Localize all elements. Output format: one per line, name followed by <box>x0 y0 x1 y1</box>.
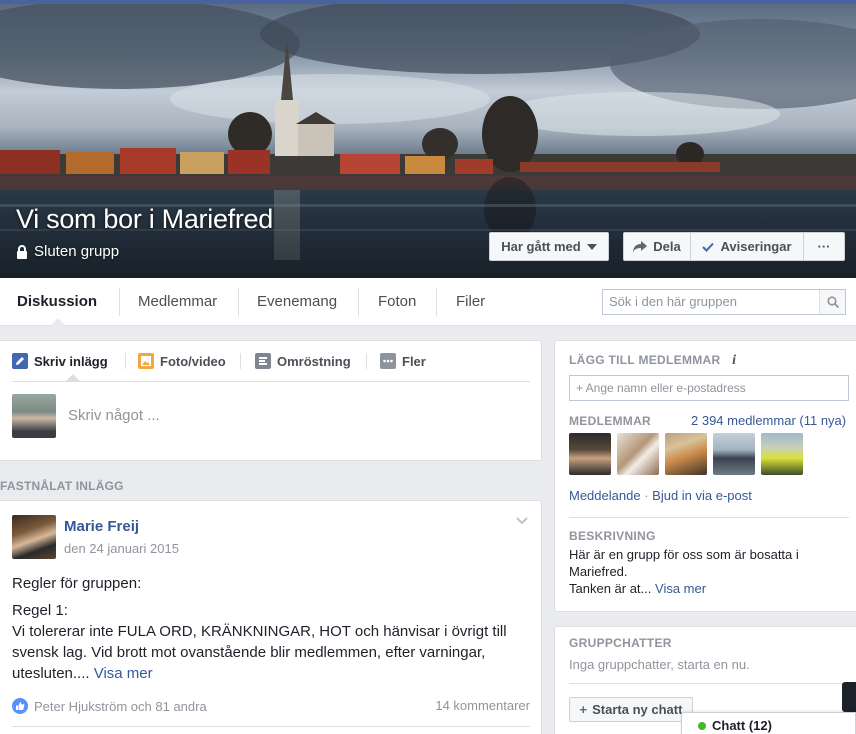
pinned-post: Marie Freij den 24 januari 2015 Regler f… <box>0 500 542 734</box>
post-composer: Skriv inlägg Foto/video Omröstning Fler … <box>0 340 542 461</box>
more-options-button[interactable]: ··· <box>803 232 845 261</box>
info-icon[interactable]: i <box>732 353 736 368</box>
tab-events[interactable]: Evenemang <box>257 278 337 326</box>
caret-down-icon <box>586 243 597 250</box>
add-member-input[interactable]: + Ange namn eller e-postadress <box>569 375 849 401</box>
tab-divider <box>358 288 359 316</box>
tab-photos[interactable]: Foton <box>378 278 416 326</box>
chat-sidebar-toggle[interactable]: Chatt (12) <box>681 712 856 734</box>
description-text: Här är en grupp för oss som är bosatta i… <box>569 547 799 579</box>
group-search-input[interactable]: Sök i den här gruppen <box>602 289 846 315</box>
joined-button[interactable]: Har gått med <box>489 232 609 261</box>
reactions-label: Peter Hjukström och 81 andra <box>34 698 207 714</box>
description-see-more[interactable]: Visa mer <box>655 581 706 596</box>
composer-divider <box>12 381 530 382</box>
plus-icon: + <box>579 702 588 717</box>
composer-tab-divider <box>240 353 241 369</box>
pencil-icon <box>12 353 28 369</box>
composer-tab-label: Omröstning <box>277 353 351 369</box>
description-more-text: Tanken är at... <box>569 581 652 596</box>
poll-icon <box>255 353 271 369</box>
tab-files[interactable]: Filer <box>456 278 485 326</box>
like-icon <box>12 698 28 714</box>
tab-members[interactable]: Medlemmar <box>138 278 217 326</box>
lock-icon <box>17 244 27 259</box>
photo-icon <box>138 353 154 369</box>
invite-email-link[interactable]: Bjud in via e-post <box>652 488 752 503</box>
more-dots-icon <box>380 353 396 369</box>
composer-active-indicator <box>66 374 80 381</box>
active-tab-indicator <box>50 318 66 326</box>
post-author-name[interactable]: Marie Freij <box>64 518 139 535</box>
start-new-chat-label: Starta ny chatt <box>592 702 683 717</box>
group-chats-heading: GRUPPCHATTER <box>569 636 672 650</box>
more-options-icon: ··· <box>817 239 831 254</box>
start-new-chat-button[interactable]: + Starta ny chatt <box>569 697 693 722</box>
notifications-button-label: Aviseringar <box>720 239 792 254</box>
pinned-post-label: FASTNÅLAT INLÄGG <box>0 479 124 493</box>
current-user-avatar[interactable] <box>12 394 56 438</box>
composer-tab-label: Fler <box>402 353 426 369</box>
post-paragraph: Vi tolererar inte FULA ORD, KRÄNKNINGAR,… <box>12 623 507 682</box>
add-members-heading-label: LÄGG TILL MEDLEMMAR <box>569 353 721 367</box>
post-timestamp[interactable]: den 24 januari 2015 <box>64 541 179 556</box>
chevron-down-icon[interactable] <box>516 517 528 525</box>
group-privacy: Sluten grupp <box>16 243 119 260</box>
side-panel-tab[interactable] <box>842 682 856 712</box>
tab-divider <box>238 288 239 316</box>
group-sidebar: LÄGG TILL MEDLEMMAR i + Ange namn eller … <box>554 340 856 612</box>
tab-divider <box>436 288 437 316</box>
group-title[interactable]: Vi som bor i Mariefred <box>16 204 273 235</box>
add-member-placeholder: + Ange namn eller e-postadress <box>576 381 746 395</box>
member-avatar[interactable] <box>761 433 803 475</box>
composer-tab-divider <box>125 353 126 369</box>
message-link[interactable]: Meddelande <box>569 488 641 503</box>
search-button[interactable] <box>819 290 845 314</box>
composer-tab-label: Skriv inlägg <box>34 353 108 369</box>
group-chats-empty-text: Inga gruppchatter, starta en nu. <box>569 657 750 672</box>
post-author-avatar[interactable] <box>12 515 56 559</box>
composer-tab-divider <box>366 353 367 369</box>
members-count-link[interactable]: 2 394 medlemmar (11 nya) <box>691 413 846 428</box>
search-placeholder: Sök i den här gruppen <box>609 294 737 309</box>
share-arrow-icon <box>633 240 648 253</box>
composer-tab-label: Foto/video <box>160 353 226 369</box>
post-footer-divider <box>12 726 530 727</box>
member-avatar[interactable] <box>713 433 755 475</box>
post-body: Regler för gruppen: Regel 1: Vi tolerera… <box>12 573 532 684</box>
add-members-heading: LÄGG TILL MEDLEMMAR i <box>569 353 736 369</box>
tab-divider <box>119 288 120 316</box>
composer-tab-more[interactable]: Fler <box>380 353 426 369</box>
composer-tab-poll[interactable]: Omröstning <box>255 353 351 369</box>
member-avatar[interactable] <box>617 433 659 475</box>
group-description: Här är en grupp för oss som är bosatta i… <box>569 546 839 597</box>
member-actions: Meddelande · Bjud in via e-post <box>569 488 752 503</box>
checkmark-icon <box>702 242 715 252</box>
member-avatar[interactable] <box>665 433 707 475</box>
composer-tab-write-post[interactable]: Skriv inlägg <box>12 353 108 369</box>
see-more-link[interactable]: Visa mer <box>94 665 153 682</box>
description-heading: BESKRIVNING <box>569 529 656 543</box>
online-status-icon <box>698 721 706 730</box>
group-privacy-label: Sluten grupp <box>34 243 120 260</box>
link-separator: · <box>644 488 649 503</box>
composer-input[interactable]: Skriv något ... <box>68 407 160 424</box>
comments-count[interactable]: 14 kommentarer <box>435 698 530 713</box>
post-paragraph: Regel 1: <box>12 602 68 619</box>
post-paragraph: Regler för gruppen: <box>12 575 142 592</box>
joined-button-label: Har gått med <box>501 239 581 254</box>
sidebar-divider <box>569 683 849 684</box>
sidebar-divider <box>569 517 849 518</box>
share-button-label: Dela <box>653 239 681 254</box>
reactions-summary[interactable]: Peter Hjukström och 81 andra <box>12 698 207 714</box>
chat-label: Chatt (12) <box>712 718 772 733</box>
composer-tab-photo-video[interactable]: Foto/video <box>138 353 226 369</box>
share-button[interactable]: Dela <box>623 232 691 261</box>
search-icon <box>826 296 839 308</box>
member-avatar[interactable] <box>569 433 611 475</box>
notifications-button[interactable]: Aviseringar <box>690 232 804 261</box>
members-heading: MEDLEMMAR <box>569 414 652 428</box>
